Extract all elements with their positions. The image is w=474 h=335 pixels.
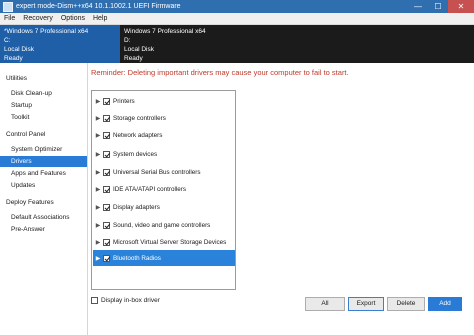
display-inbox-label: Display in-box driver bbox=[101, 297, 160, 304]
driver-label: Sound, video and game controllers bbox=[113, 221, 211, 229]
driver-row-storage-controllers[interactable]: ▶ Storage controllers bbox=[93, 110, 235, 126]
close-button[interactable]: ✕ bbox=[448, 0, 474, 13]
driver-checkbox[interactable] bbox=[103, 203, 110, 211]
menu-options[interactable]: Options bbox=[57, 15, 89, 22]
menu-help[interactable]: Help bbox=[89, 15, 111, 22]
menu-file[interactable]: File bbox=[0, 15, 19, 22]
sidebar-category-deploy-features: Deploy Features bbox=[6, 199, 54, 206]
delete-button[interactable]: Delete bbox=[387, 297, 425, 311]
image-name: Windows 7 Professional x64 bbox=[124, 28, 206, 35]
app-icon bbox=[3, 1, 13, 12]
image-selector-bar: *Windows 7 Professional x64 C: Local Dis… bbox=[0, 25, 474, 63]
driver-label: Display adapters bbox=[113, 203, 160, 211]
display-inbox-toggle[interactable]: Display in-box driver bbox=[91, 297, 160, 304]
image-name: *Windows 7 Professional x64 bbox=[4, 28, 89, 35]
title-bar: expert mode-Dism++x64 10.1.1002.1 UEFI F… bbox=[0, 0, 474, 13]
expand-chevron-icon[interactable]: ▶ bbox=[93, 222, 103, 229]
driver-checkbox[interactable] bbox=[103, 168, 110, 176]
menu-recovery[interactable]: Recovery bbox=[19, 15, 57, 22]
sidebar-category-utilities: Utilities bbox=[6, 75, 27, 82]
sidebar-item-drivers[interactable]: Drivers bbox=[0, 156, 87, 167]
driver-checkbox[interactable] bbox=[103, 221, 110, 229]
menu-bar: File Recovery Options Help bbox=[0, 13, 474, 25]
sidebar-item-apps-features[interactable]: Apps and Features bbox=[0, 168, 87, 179]
expand-chevron-icon[interactable]: ▶ bbox=[93, 115, 103, 122]
image-disk: Local Disk bbox=[4, 46, 34, 53]
image-status: Ready bbox=[4, 55, 23, 62]
driver-label: System devices bbox=[113, 150, 158, 158]
expand-chevron-icon[interactable]: ▶ bbox=[93, 255, 103, 262]
driver-row-virtual-server-storage[interactable]: ▶ Microsoft Virtual Server Storage Devic… bbox=[93, 234, 235, 250]
driver-label: Storage controllers bbox=[113, 114, 166, 122]
driver-checkbox[interactable] bbox=[103, 254, 110, 262]
all-button[interactable]: All bbox=[305, 297, 345, 311]
driver-checkbox[interactable] bbox=[103, 238, 110, 246]
sidebar-item-toolkit[interactable]: Toolkit bbox=[0, 112, 87, 123]
sidebar-item-startup[interactable]: Startup bbox=[0, 100, 87, 111]
driver-row-system-devices[interactable]: ▶ System devices bbox=[93, 146, 235, 162]
expand-chevron-icon[interactable]: ▶ bbox=[93, 169, 103, 176]
expand-chevron-icon[interactable]: ▶ bbox=[93, 132, 103, 139]
driver-label: Universal Serial Bus controllers bbox=[113, 168, 201, 176]
display-inbox-checkbox[interactable] bbox=[91, 297, 98, 304]
driver-label: Microsoft Virtual Server Storage Devices bbox=[113, 238, 227, 246]
driver-row-network-adapters[interactable]: ▶ Network adapters bbox=[93, 127, 235, 143]
window-title: expert mode-Dism++x64 10.1.1002.1 UEFI F… bbox=[16, 3, 181, 10]
driver-label: Network adapters bbox=[113, 131, 163, 139]
expand-chevron-icon[interactable]: ▶ bbox=[93, 239, 103, 246]
image-status: Ready bbox=[124, 55, 143, 62]
image-tile-c[interactable]: *Windows 7 Professional x64 C: Local Dis… bbox=[0, 25, 120, 63]
expand-chevron-icon[interactable]: ▶ bbox=[93, 98, 103, 105]
sidebar: Utilities Disk Clean-up Startup Toolkit … bbox=[0, 63, 88, 335]
driver-label: IDE ATA/ATAPI controllers bbox=[113, 185, 187, 193]
sidebar-item-disk-cleanup[interactable]: Disk Clean-up bbox=[0, 88, 87, 99]
sidebar-item-system-optimizer[interactable]: System Optimizer bbox=[0, 144, 87, 155]
driver-checkbox[interactable] bbox=[103, 114, 110, 122]
export-button[interactable]: Export bbox=[348, 297, 384, 311]
driver-row-display-adapters[interactable]: ▶ Display adapters bbox=[93, 199, 235, 215]
sidebar-item-default-associations[interactable]: Default Associations bbox=[0, 212, 87, 223]
sidebar-item-pre-answer[interactable]: Pre-Answer bbox=[0, 224, 87, 235]
driver-label: Bluetooth Radios bbox=[113, 254, 161, 262]
image-drive: C: bbox=[4, 37, 11, 44]
warning-reminder: Reminder: Deleting important drivers may… bbox=[91, 68, 349, 77]
window-controls: — ☐ ✕ bbox=[408, 0, 474, 13]
driver-checkbox[interactable] bbox=[103, 131, 110, 139]
minimize-button[interactable]: — bbox=[408, 0, 428, 13]
driver-checkbox[interactable] bbox=[103, 150, 110, 158]
driver-checkbox[interactable] bbox=[103, 97, 110, 105]
driver-checkbox[interactable] bbox=[103, 185, 110, 193]
image-drive: D: bbox=[124, 37, 131, 44]
maximize-button[interactable]: ☐ bbox=[428, 0, 448, 13]
expand-chevron-icon[interactable]: ▶ bbox=[93, 204, 103, 211]
driver-row-ide-controllers[interactable]: ▶ IDE ATA/ATAPI controllers bbox=[93, 181, 235, 197]
driver-tree: ▶ Printers ▶ Storage controllers ▶ Netwo… bbox=[91, 90, 236, 290]
sidebar-category-control-panel: Control Panel bbox=[6, 131, 46, 138]
driver-row-printers[interactable]: ▶ Printers bbox=[93, 93, 235, 109]
image-tile-d[interactable]: Windows 7 Professional x64 D: Local Disk… bbox=[120, 25, 474, 63]
driver-row-sound-video-game[interactable]: ▶ Sound, video and game controllers bbox=[93, 217, 235, 233]
expand-chevron-icon[interactable]: ▶ bbox=[93, 186, 103, 193]
expand-chevron-icon[interactable]: ▶ bbox=[93, 151, 103, 158]
driver-row-usb-controllers[interactable]: ▶ Universal Serial Bus controllers bbox=[93, 164, 235, 180]
sidebar-item-updates[interactable]: Updates bbox=[0, 180, 87, 191]
image-disk: Local Disk bbox=[124, 46, 154, 53]
driver-label: Printers bbox=[113, 97, 135, 105]
add-button[interactable]: Add bbox=[428, 297, 462, 311]
driver-row-bluetooth-radios[interactable]: ▶ Bluetooth Radios bbox=[93, 250, 235, 266]
